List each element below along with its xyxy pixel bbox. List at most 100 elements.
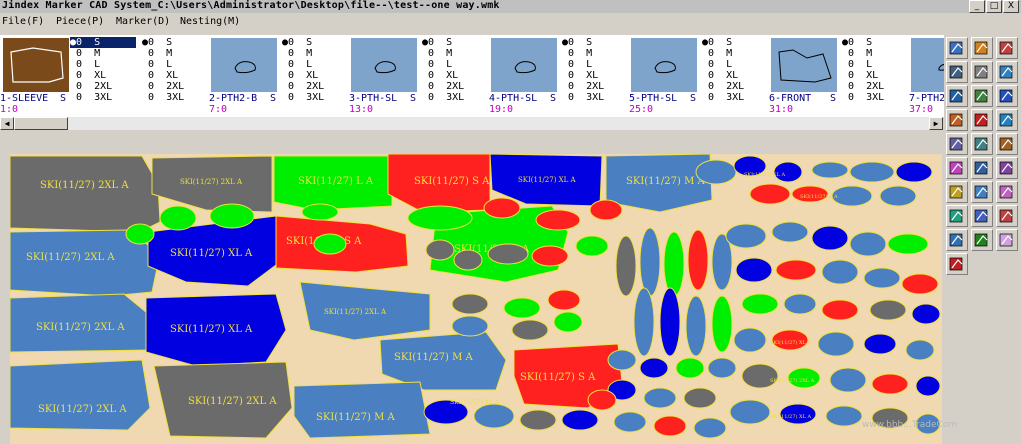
size-option[interactable]: 0 3XL: [700, 92, 768, 103]
pen-icon[interactable]: [971, 157, 993, 179]
grid-icon[interactable]: [971, 85, 993, 107]
size-option[interactable]: 0 XL: [68, 70, 136, 81]
size-option[interactable]: 0 L: [280, 59, 348, 70]
layers-icon[interactable]: [971, 109, 993, 131]
ruler-icon[interactable]: [946, 205, 968, 227]
piece-strip-scrollbar[interactable]: ◀ ▶: [0, 117, 944, 130]
marker-small-piece[interactable]: [783, 293, 817, 315]
size-option[interactable]: 0 XL: [560, 70, 628, 81]
size-option[interactable]: 0 L: [140, 59, 208, 70]
piece-card[interactable]: ●0 S 0 M 0 L 0 XL 0 2XL 0 3XL 5-PTH-SL 25:…: [560, 35, 700, 117]
size-option[interactable]: 0 M: [420, 48, 488, 59]
piece-card[interactable]: ●0 S 0 M 0 L 0 XL 0 2XL 0 3XL 4-PTH-SL 19:…: [420, 35, 560, 117]
close-button[interactable]: X: [1003, 0, 1019, 13]
marker-small-piece[interactable]: [911, 303, 941, 325]
size-option[interactable]: 0 3XL: [140, 92, 208, 103]
size-option[interactable]: 0 2XL: [280, 81, 348, 92]
size-list[interactable]: ●0 S 0 M 0 L 0 XL 0 2XL 0 3XL: [840, 37, 908, 113]
align-icon[interactable]: [946, 133, 968, 155]
size-option[interactable]: 0 L: [420, 59, 488, 70]
size-list[interactable]: ●0 S 0 M 0 L 0 XL 0 2XL 0 3XL: [280, 37, 348, 113]
piece-thumbnail[interactable]: [350, 37, 418, 93]
marker-small-piece[interactable]: [915, 375, 941, 397]
size-option[interactable]: 0 XL: [280, 70, 348, 81]
size-option[interactable]: 0 M: [700, 48, 768, 59]
size-list[interactable]: ●0 S 0 M 0 L 0 XL 0 2XL 0 3XL: [68, 37, 136, 113]
marker-small-piece[interactable]: [895, 161, 933, 183]
marker-small-piece[interactable]: [575, 235, 609, 257]
marker-small-piece[interactable]: [561, 409, 599, 431]
size-option[interactable]: 0 2XL: [560, 81, 628, 92]
marker-small-piece[interactable]: [817, 331, 855, 357]
marker-small-piece[interactable]: [301, 203, 339, 221]
size-option[interactable]: 0 2XL: [840, 81, 908, 92]
marker-small-piece[interactable]: [519, 409, 557, 431]
marker-small-piece[interactable]: [693, 417, 727, 439]
marker-small-piece[interactable]: [811, 225, 849, 251]
marker-small-piece[interactable]: [209, 203, 255, 229]
size-option[interactable]: 0 L: [840, 59, 908, 70]
menu-piece[interactable]: Piece(P): [56, 16, 104, 27]
marker-small-piece[interactable]: [871, 373, 909, 395]
undo-icon[interactable]: [971, 37, 993, 59]
marker-small-piece[interactable]: [685, 295, 707, 357]
marker-small-piece[interactable]: [775, 259, 817, 281]
scissors-icon[interactable]: [946, 253, 968, 275]
zoom-icon[interactable]: [996, 61, 1018, 83]
size-option[interactable]: ●0 S: [420, 37, 488, 48]
size-option[interactable]: 0 2XL: [140, 81, 208, 92]
menu-marker[interactable]: Marker(D): [116, 16, 170, 27]
size-option[interactable]: 0 2XL: [68, 81, 136, 92]
marker-small-piece[interactable]: [589, 199, 623, 221]
marker-small-piece[interactable]: [503, 297, 541, 319]
size-list[interactable]: ●0 S 0 M 0 L 0 XL 0 2XL 0 3XL: [420, 37, 488, 113]
size-option[interactable]: ●0 S: [700, 37, 768, 48]
marker-icon[interactable]: [946, 157, 968, 179]
size-option[interactable]: ●0 S: [140, 37, 208, 48]
select-arrow-icon[interactable]: [996, 85, 1018, 107]
marker-small-piece[interactable]: [607, 349, 637, 371]
tools-icon[interactable]: [996, 133, 1018, 155]
marker-piece[interactable]: [10, 359, 151, 431]
size-option[interactable]: 0 M: [560, 48, 628, 59]
size-option[interactable]: 0 3XL: [840, 92, 908, 103]
person-icon[interactable]: [946, 229, 968, 251]
size-option[interactable]: ●0 S: [840, 37, 908, 48]
maximize-button[interactable]: □: [986, 0, 1002, 13]
menu-file[interactable]: File(F): [2, 16, 44, 27]
size-option[interactable]: 0 M: [140, 48, 208, 59]
marker-small-piece[interactable]: [771, 221, 809, 243]
marker-small-piece[interactable]: [615, 235, 637, 297]
piece-thumbnail[interactable]: [210, 37, 278, 93]
size-list[interactable]: ●0 S 0 M 0 L 0 XL 0 2XL 0 3XL: [560, 37, 628, 113]
piece-card[interactable]: ●0 S 0 M 0 L 0 XL 0 2XL 0 3XL 1-SLEEVE 1:0…: [0, 35, 140, 117]
size-option[interactable]: 0 M: [840, 48, 908, 59]
piece-thumbnail[interactable]: [910, 37, 944, 93]
marker-small-piece[interactable]: [831, 185, 873, 207]
marker-small-piece[interactable]: [863, 267, 901, 289]
marker-small-piece[interactable]: [659, 287, 681, 357]
split-icon[interactable]: [996, 205, 1018, 227]
piece-thumbnail[interactable]: [630, 37, 698, 93]
size-option[interactable]: 0 XL: [700, 70, 768, 81]
marker-small-piece[interactable]: [487, 243, 529, 265]
scroll-right-icon[interactable]: ▶: [929, 117, 943, 130]
marker-small-piece[interactable]: [531, 245, 569, 267]
marker-small-piece[interactable]: [159, 205, 197, 231]
piece-card[interactable]: ●0 S 0 M 0 L 0 XL 0 2XL 0 3XL7-PTH2-B37:…: [840, 35, 944, 117]
link-icon[interactable]: [971, 181, 993, 203]
color-icon[interactable]: [996, 229, 1018, 251]
marker-small-piece[interactable]: [633, 287, 655, 357]
size-option[interactable]: 0 L: [68, 59, 136, 70]
size-option[interactable]: 0 XL: [420, 70, 488, 81]
piece-card[interactable]: ●0 S 0 M 0 L 0 XL 0 2XL 0 3XL 2-PTH2-B 7:0…: [140, 35, 280, 117]
size-option[interactable]: 0 L: [560, 59, 628, 70]
marker-small-piece[interactable]: [425, 239, 455, 261]
marker-small-piece[interactable]: [547, 289, 581, 311]
marker-small-piece[interactable]: [407, 205, 473, 231]
size-option[interactable]: ●0 S: [68, 37, 136, 48]
marker-small-piece[interactable]: [887, 233, 929, 255]
marker-small-piece[interactable]: [849, 161, 895, 183]
marker-small-piece[interactable]: [711, 295, 733, 353]
marker-small-piece[interactable]: [639, 227, 661, 297]
